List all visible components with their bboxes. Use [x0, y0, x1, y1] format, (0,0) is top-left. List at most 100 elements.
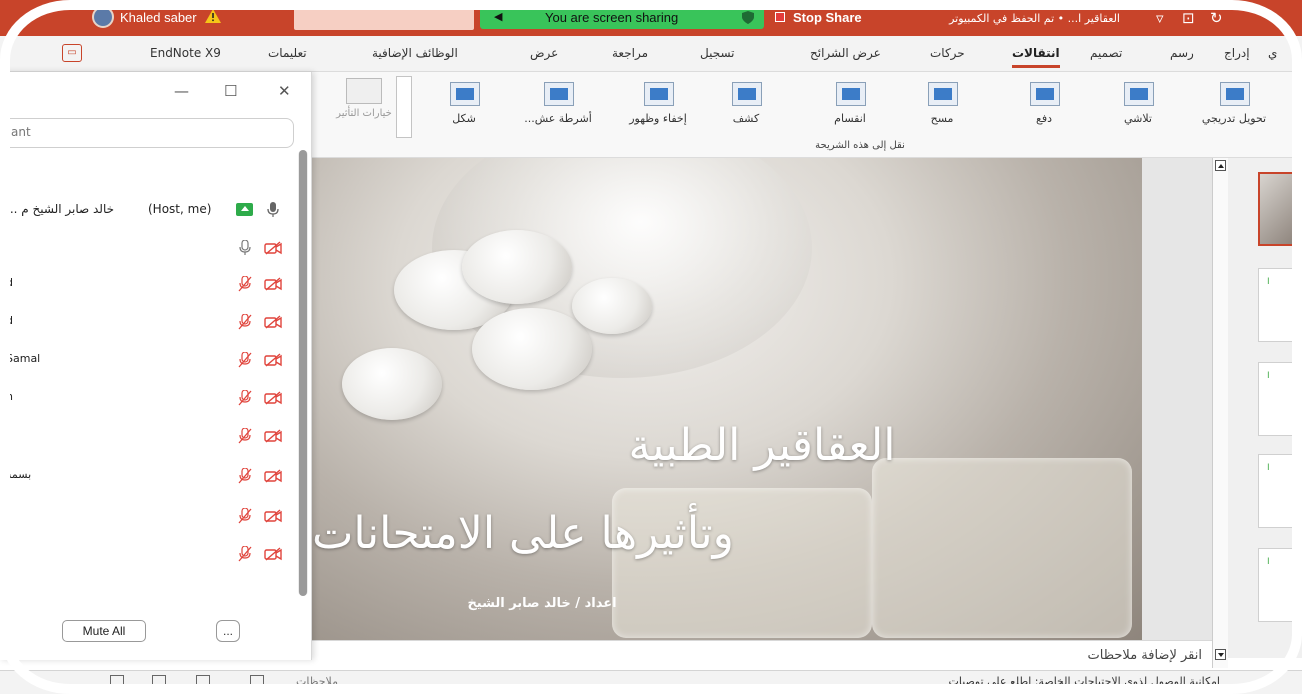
scrollbar-thumb[interactable]: [299, 150, 307, 596]
effect-options-button[interactable]: خيارات التأثير: [336, 108, 392, 120]
participants-scrollbar[interactable]: [298, 150, 308, 596]
camera-off-icon[interactable]: [264, 509, 282, 523]
transition-wipe[interactable]: مسح: [904, 80, 980, 140]
gallery-scroll[interactable]: [396, 76, 412, 138]
microphone-muted-icon[interactable]: [238, 428, 252, 444]
notes-placeholder[interactable]: انقر لإضافة ملاحظات: [1088, 648, 1202, 663]
scroll-down-icon[interactable]: [1215, 649, 1226, 660]
accessibility-status[interactable]: إمكانية الوصول لذوي الاحتياجات الخاصة: ا…: [840, 675, 1220, 688]
microphone-muted-icon[interactable]: [238, 276, 252, 292]
camera-off-icon[interactable]: [264, 429, 282, 443]
participant-search-input[interactable]: ant: [0, 118, 294, 148]
presenter-view-icon[interactable]: [110, 675, 124, 688]
tab-animations[interactable]: حركات: [930, 46, 965, 60]
slide-title-line2[interactable]: وتأثيرها على الامتحانات: [312, 508, 1112, 559]
participant-row[interactable]: Samal: [0, 348, 300, 372]
tab-transitions[interactable]: انتقالات: [1012, 46, 1060, 68]
slide-author[interactable]: اعداد / خالد صابر الشيخ: [392, 596, 692, 611]
tab-record[interactable]: تسجيل: [700, 46, 735, 60]
slide-scrollbar[interactable]: [1212, 158, 1228, 668]
minimize-icon[interactable]: —: [174, 82, 189, 100]
transition-fade[interactable]: تلاشي: [1100, 80, 1176, 140]
microphone-muted-icon[interactable]: [238, 508, 252, 524]
tab-review[interactable]: مراجعة: [612, 46, 648, 60]
transition-push[interactable]: دفع: [1006, 80, 1082, 140]
thumbnail-slide[interactable]: I: [1258, 454, 1302, 528]
slide-sorter-icon[interactable]: [196, 675, 210, 688]
microphone-muted-icon[interactable]: [238, 314, 252, 330]
notes-pane[interactable]: انقر لإضافة ملاحظات: [312, 640, 1212, 670]
participant-name: d: [6, 276, 13, 289]
transition-shape[interactable]: شكل: [426, 80, 502, 140]
microphone-muted-icon[interactable]: [238, 468, 252, 484]
camera-off-icon[interactable]: [264, 391, 282, 405]
participant-row[interactable]: [0, 542, 300, 566]
thumbnail-number: I: [1267, 277, 1270, 287]
maximize-icon[interactable]: ☐: [224, 82, 237, 100]
thumbnail-slide[interactable]: I: [1258, 268, 1302, 342]
tab-endnote[interactable]: EndNote X9: [150, 46, 221, 60]
effect-options-icon[interactable]: [346, 78, 382, 104]
camera-off-icon[interactable]: [264, 353, 282, 367]
tab-draw[interactable]: رسم: [1170, 46, 1194, 60]
thumbnail-slide[interactable]: I: [1258, 362, 1302, 436]
participant-row[interactable]: d: [0, 272, 300, 296]
thumbnail-slide[interactable]: I: [1258, 548, 1302, 622]
collapse-arrow-icon[interactable]: ◀: [494, 10, 502, 23]
tab-insert[interactable]: إدراج: [1224, 46, 1250, 60]
normal-view-icon[interactable]: [250, 675, 264, 688]
reading-view-icon[interactable]: [152, 675, 166, 688]
transition-preview-icon: [1030, 82, 1060, 106]
thumbnail-number: I: [1267, 463, 1270, 473]
mute-all-button[interactable]: Mute All: [62, 620, 146, 642]
transition-fade-through[interactable]: تحويل تدريجي: [1196, 80, 1272, 140]
screen-sharing-banner[interactable]: ◀ You are screen sharing: [480, 7, 764, 29]
microphone-muted-icon[interactable]: [238, 546, 252, 562]
stop-share-button[interactable]: Stop Share: [765, 7, 875, 29]
thumbnail-slide[interactable]: [1258, 172, 1302, 246]
title-search-box[interactable]: [294, 8, 474, 30]
camera-off-icon[interactable]: [264, 547, 282, 561]
camera-off-icon[interactable]: [264, 241, 282, 255]
transition-random-bars[interactable]: أشرطة عش...: [520, 80, 596, 140]
present-icon[interactable]: ⊡: [1182, 9, 1195, 27]
transition-cut[interactable]: إخفاء وظهور: [620, 80, 696, 140]
camera-off-icon[interactable]: [264, 315, 282, 329]
transition-reveal[interactable]: كشف: [708, 80, 784, 140]
participant-row[interactable]: [0, 424, 300, 448]
pill-image: [462, 230, 572, 304]
title-bar: Khaled saber ◀ You are screen sharing St…: [0, 0, 1302, 36]
screen-share-icon: [236, 203, 253, 216]
tab-view[interactable]: عرض: [530, 46, 558, 60]
refresh-icon[interactable]: ↻: [1210, 9, 1223, 27]
participant-row[interactable]: [0, 236, 300, 260]
notes-button[interactable]: ملاحظات: [296, 675, 338, 688]
participant-row[interactable]: d: [0, 310, 300, 334]
microphone-muted-icon[interactable]: [238, 352, 252, 368]
participant-row[interactable]: بسمه: [0, 464, 300, 488]
scroll-up-icon[interactable]: [1215, 160, 1226, 171]
tab-design[interactable]: تصميم: [1090, 46, 1122, 60]
participant-row[interactable]: n: [0, 386, 300, 410]
microphone-muted-icon[interactable]: [238, 390, 252, 406]
warning-icon[interactable]: [205, 9, 221, 23]
more-options-button[interactable]: ...: [216, 620, 240, 642]
microphone-icon[interactable]: [266, 202, 280, 218]
microphone-icon[interactable]: [238, 240, 252, 256]
current-slide[interactable]: العقاقير الطبية وتأثيرها على الامتحانات …: [312, 158, 1142, 640]
participant-row[interactable]: [0, 504, 300, 528]
camera-off-icon[interactable]: [264, 469, 282, 483]
user-avatar[interactable]: [92, 6, 114, 28]
close-icon[interactable]: ✕: [278, 82, 291, 100]
tab-slideshow[interactable]: عرض الشرائح: [810, 46, 881, 60]
camera-off-icon[interactable]: [264, 277, 282, 291]
comments-icon[interactable]: ▭: [62, 44, 82, 62]
participant-row-host[interactable]: خالد صابر الشيخ م ... (Host, me): [0, 198, 300, 222]
tab-home[interactable]: ي: [1268, 46, 1277, 60]
tab-addins[interactable]: الوظائف الإضافية: [372, 46, 458, 60]
shield-icon[interactable]: [742, 11, 754, 24]
transition-split[interactable]: انقسام: [812, 80, 888, 140]
tab-help[interactable]: تعليمات: [268, 46, 307, 60]
slide-title-line1[interactable]: العقاقير الطبية: [372, 420, 1142, 471]
ribbon-display-icon[interactable]: ▿: [1156, 9, 1164, 27]
